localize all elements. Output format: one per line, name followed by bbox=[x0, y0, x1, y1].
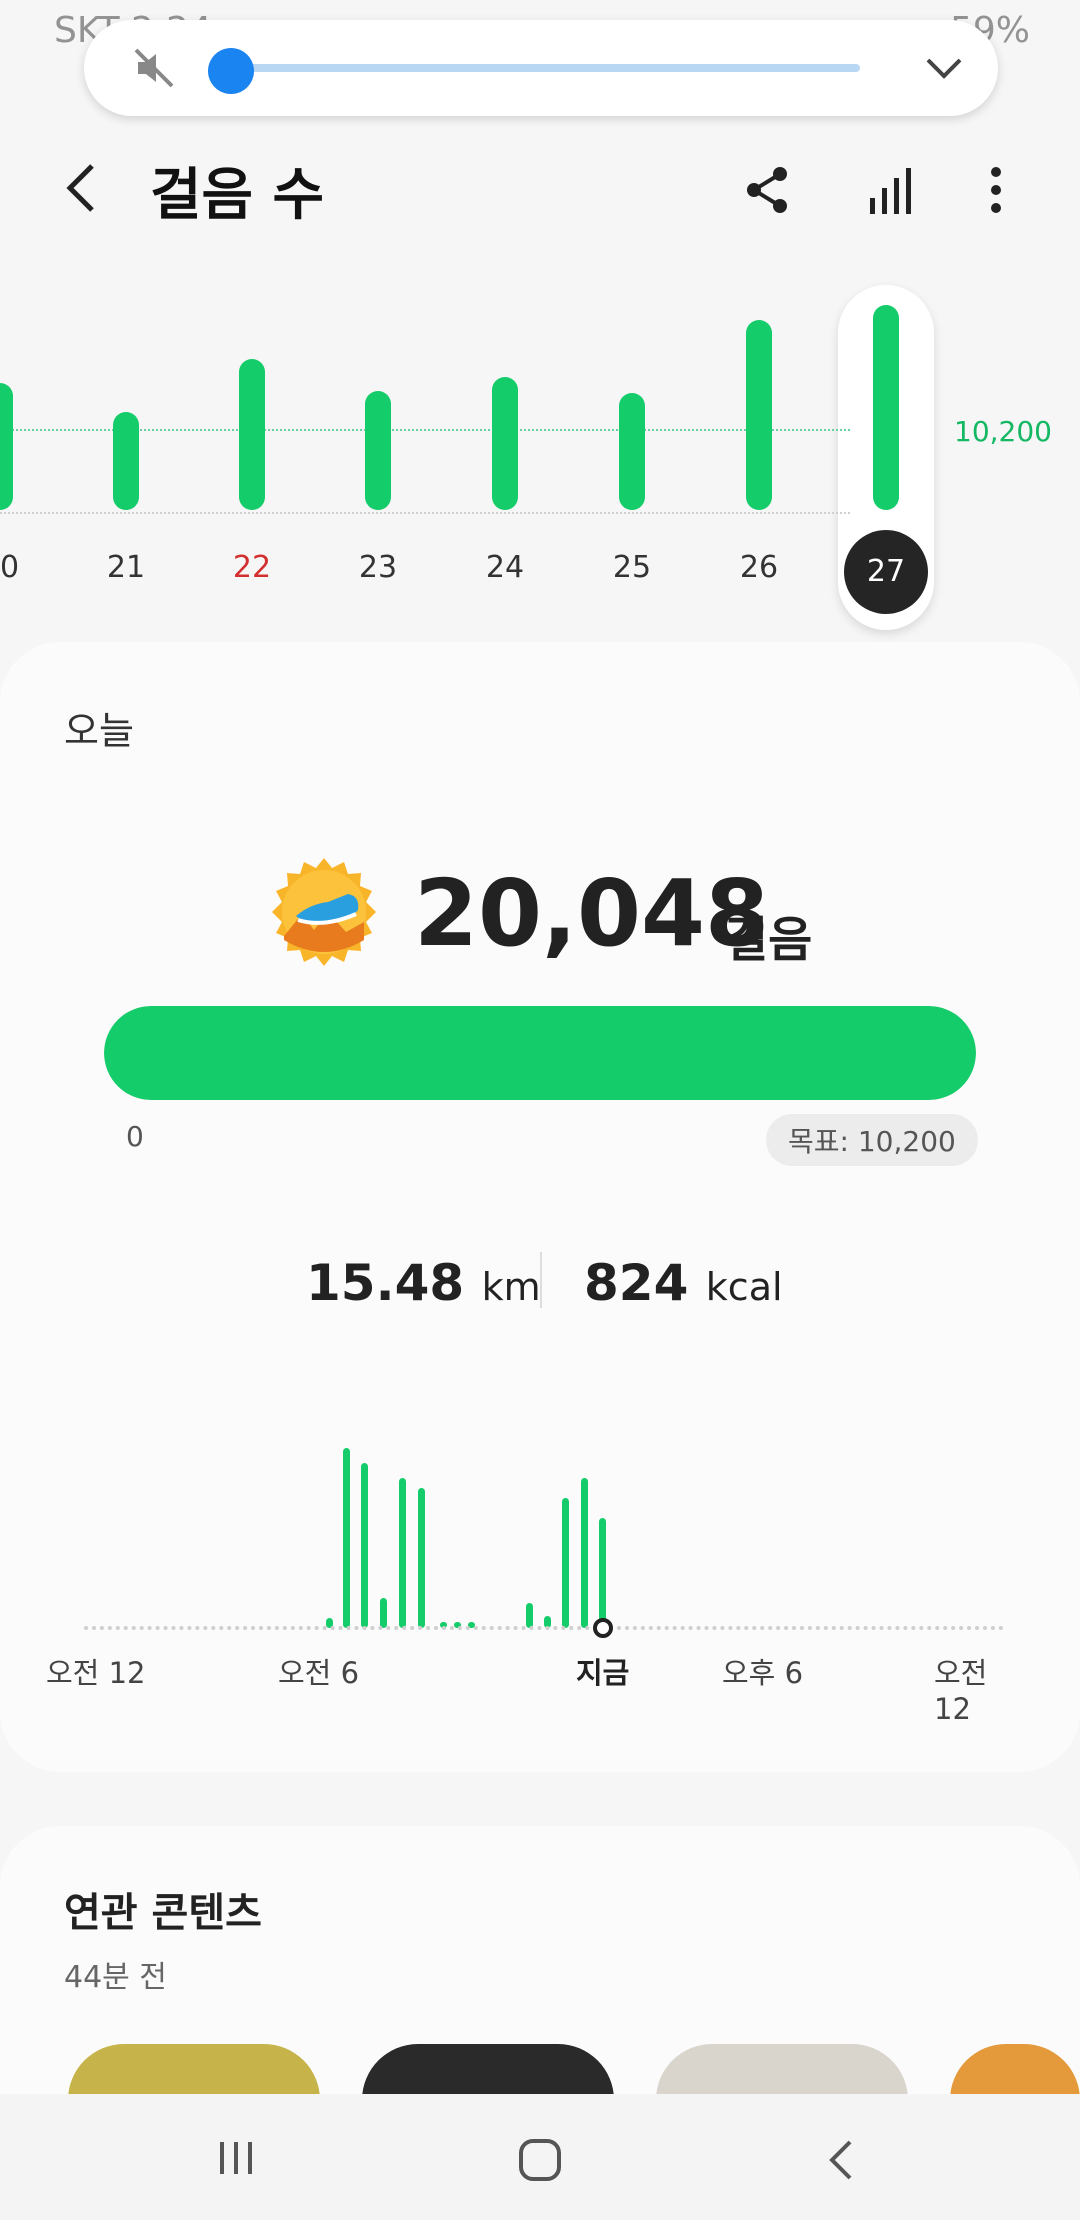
day-bar[interactable] bbox=[746, 319, 772, 510]
day-label[interactable]: 22 bbox=[212, 550, 292, 585]
goal-value-label: 10,200 bbox=[954, 415, 1052, 448]
kcal-unit: kcal bbox=[705, 1265, 783, 1309]
related-content-title: 연관 콘텐츠 bbox=[64, 1890, 262, 1936]
selected-day-circle[interactable]: 27 bbox=[844, 530, 928, 614]
stat-divider bbox=[540, 1252, 542, 1308]
time-label: 오전 12 bbox=[934, 1656, 988, 1726]
time-label: 오전 12 bbox=[46, 1656, 146, 1690]
more-options-icon[interactable] bbox=[984, 164, 1008, 216]
day-bar[interactable] bbox=[619, 393, 645, 510]
hour-bar bbox=[399, 1478, 406, 1628]
home-icon[interactable] bbox=[516, 2136, 564, 2184]
related-thumbnail[interactable] bbox=[362, 2044, 614, 2100]
today-steps-value: 20,048 bbox=[414, 860, 770, 967]
day-label[interactable]: 24 bbox=[465, 550, 545, 585]
daily-steps-chart[interactable]: 오전 12 오전 6 지금 오후 6 오전 12 bbox=[46, 1420, 1020, 1726]
hour-bar bbox=[599, 1518, 606, 1628]
volume-slider-track[interactable] bbox=[230, 64, 860, 72]
related-thumbnail[interactable] bbox=[656, 2044, 908, 2100]
bar-chart-icon[interactable] bbox=[866, 164, 914, 216]
distance-value: 15.48 bbox=[306, 1254, 465, 1312]
day-label[interactable]: 21 bbox=[86, 550, 166, 585]
share-icon[interactable] bbox=[744, 164, 792, 216]
time-label-now: 지금 bbox=[576, 1656, 630, 1690]
hour-bar bbox=[343, 1448, 350, 1628]
recent-apps-icon[interactable] bbox=[214, 2136, 258, 2180]
now-marker bbox=[593, 1618, 613, 1638]
time-label: 오후 6 bbox=[722, 1656, 804, 1690]
today-label: 오늘 bbox=[64, 709, 134, 753]
day-label[interactable]: 25 bbox=[592, 550, 672, 585]
day-bar[interactable] bbox=[113, 411, 139, 510]
chevron-down-icon[interactable] bbox=[922, 50, 966, 86]
hour-bar bbox=[581, 1478, 588, 1628]
day-label[interactable]: 20 bbox=[0, 550, 40, 585]
page-title: 걸음 수 bbox=[150, 163, 325, 228]
distance-unit: km bbox=[481, 1265, 541, 1309]
day-bar[interactable] bbox=[365, 391, 391, 510]
calories-readout: 824 kcal bbox=[584, 1254, 783, 1312]
today-steps-unit: 걸음 bbox=[724, 912, 813, 968]
day-label[interactable]: 26 bbox=[719, 550, 799, 585]
daily-baseline bbox=[84, 1626, 1004, 1630]
day-bar[interactable] bbox=[239, 358, 265, 510]
kcal-value: 824 bbox=[584, 1254, 689, 1312]
hour-bar bbox=[361, 1463, 368, 1628]
baseline bbox=[0, 512, 850, 514]
distance-readout: 15.48 km bbox=[306, 1254, 541, 1312]
mute-icon[interactable] bbox=[130, 44, 178, 92]
related-content-time: 44분 전 bbox=[64, 1960, 167, 1995]
related-thumbnail[interactable] bbox=[68, 2044, 320, 2100]
hour-bar bbox=[562, 1498, 569, 1628]
weekly-steps-chart[interactable]: 20 21 22 23 24 25 26 27 10,200 bbox=[0, 260, 1080, 630]
shoe-badge-icon bbox=[268, 856, 380, 968]
goal-progress-bar bbox=[104, 1006, 976, 1100]
day-label[interactable]: 23 bbox=[338, 550, 418, 585]
volume-slider-thumb[interactable] bbox=[208, 48, 254, 94]
back-nav-icon[interactable] bbox=[822, 2136, 862, 2184]
goal-chip: 목표: 10,200 bbox=[766, 1114, 978, 1166]
hour-bar bbox=[418, 1488, 425, 1628]
day-bar[interactable] bbox=[873, 304, 899, 510]
hour-bar bbox=[380, 1598, 387, 1628]
day-bar[interactable] bbox=[0, 383, 13, 510]
back-arrow-icon[interactable] bbox=[60, 160, 104, 216]
goal-progress-fill bbox=[104, 1006, 976, 1100]
time-label: 오전 6 bbox=[278, 1656, 360, 1690]
progress-min-label: 0 bbox=[126, 1120, 144, 1153]
day-bar[interactable] bbox=[492, 376, 518, 510]
hour-bar bbox=[526, 1603, 533, 1628]
